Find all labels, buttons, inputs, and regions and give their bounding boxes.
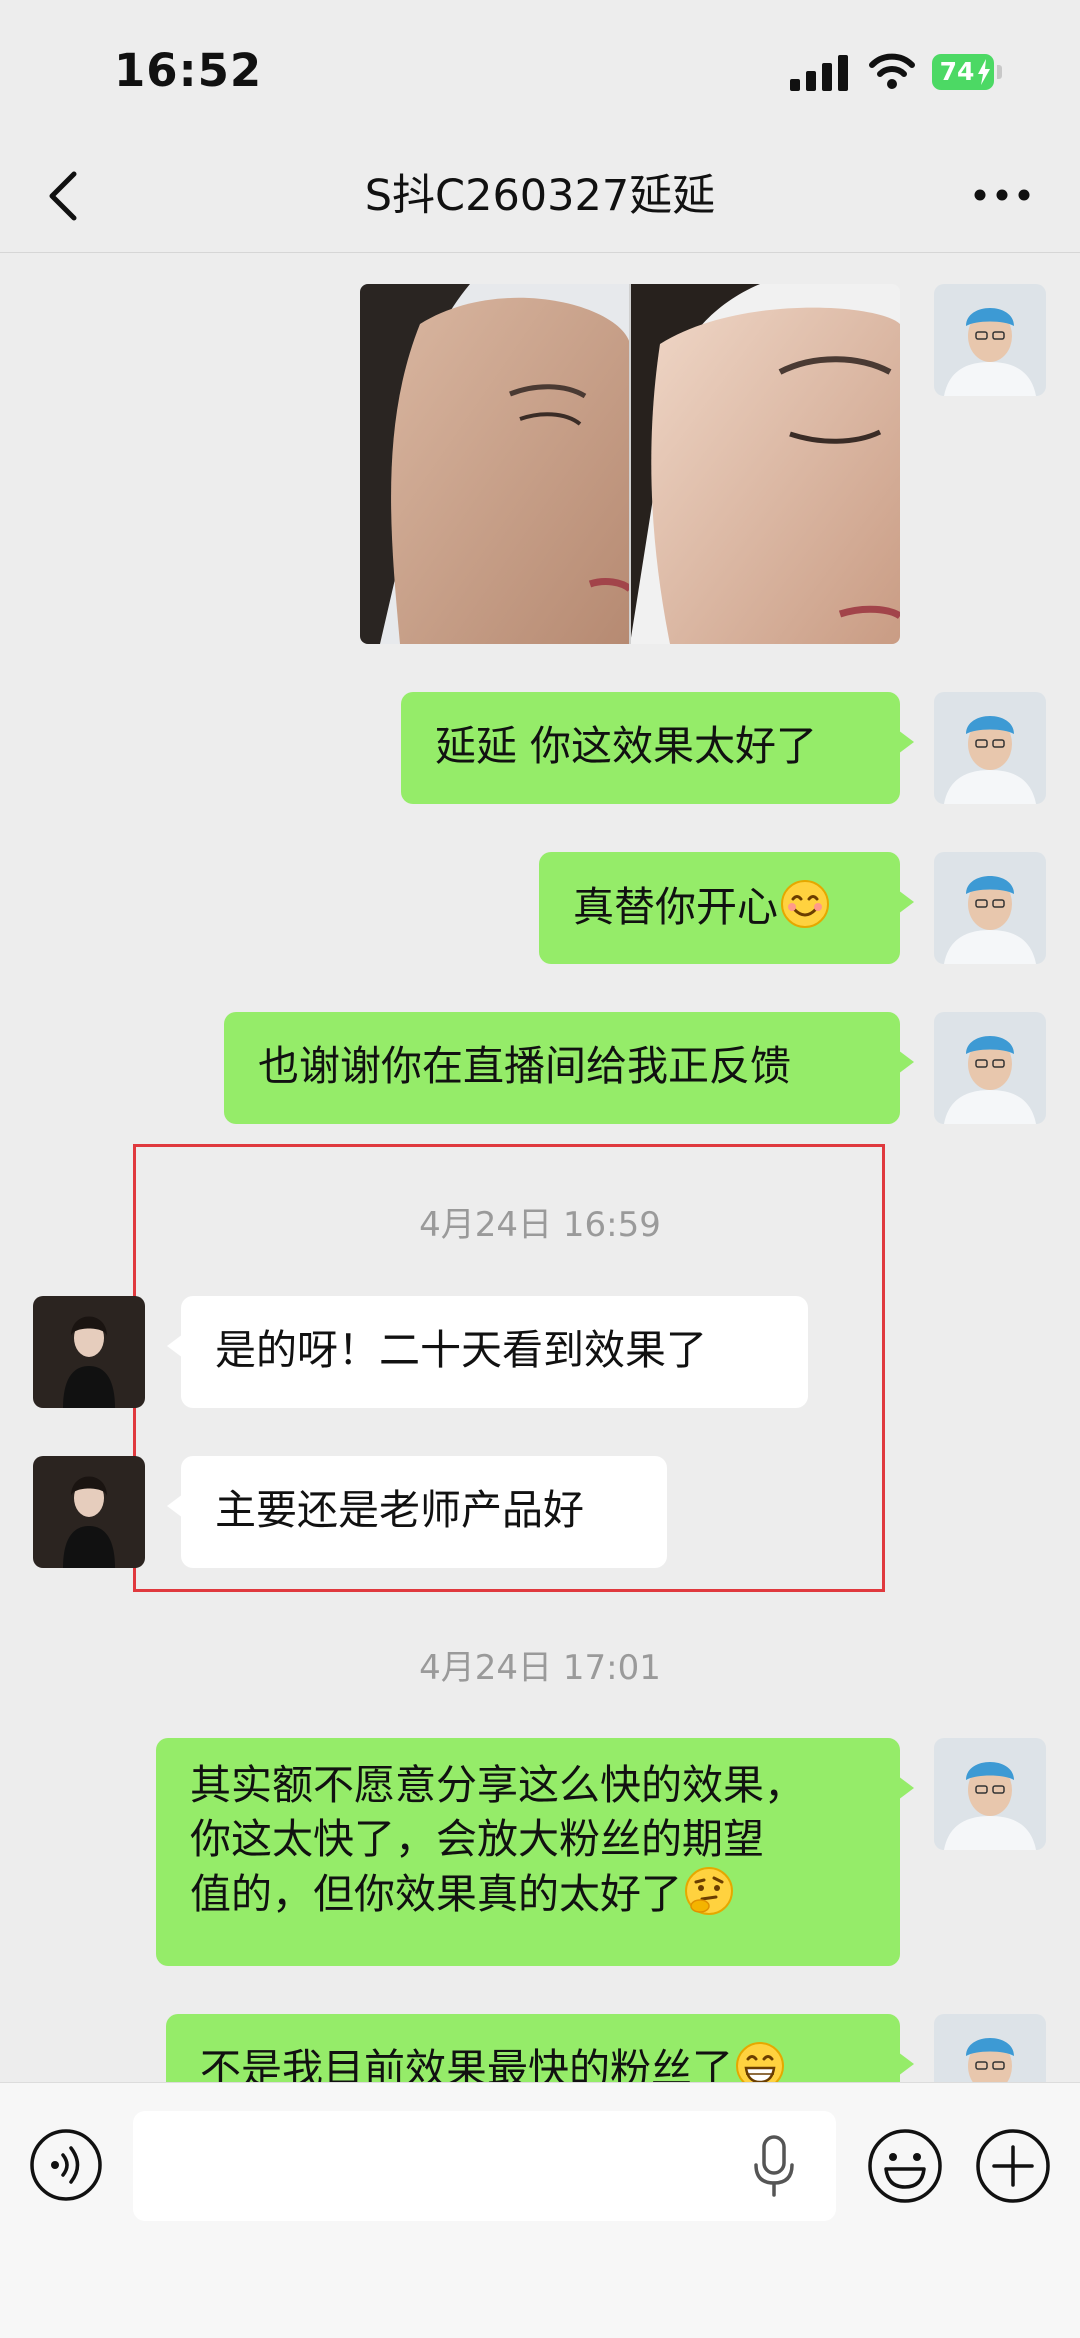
customer-avatar[interactable] bbox=[33, 1456, 145, 1568]
status-time: 16:52 bbox=[114, 44, 263, 97]
back-button[interactable] bbox=[38, 168, 88, 224]
received-bubble[interactable]: 主要还是老师产品好 bbox=[167, 1456, 667, 1568]
chat-title: S抖C260327延延 bbox=[364, 171, 716, 221]
message-input[interactable] bbox=[133, 2111, 836, 2221]
voice-input-toggle-icon[interactable] bbox=[28, 2127, 104, 2203]
emoji-picker-icon[interactable] bbox=[866, 2127, 944, 2205]
sent-bubble[interactable]: 真替你开心 bbox=[539, 852, 914, 964]
input-toolbar bbox=[0, 2082, 1080, 2338]
sent-bubble[interactable]: 也谢谢你在直播间给我正反馈 bbox=[224, 1012, 914, 1124]
grinning-face-emoji-icon bbox=[736, 2042, 784, 2082]
message-list[interactable]: 延延 你这效果太好了 真替你开心 也谢谢你在直播间给我正反馈 4月24日 16:… bbox=[0, 252, 1080, 2082]
message-timestamp: 4月24日 17:01 bbox=[419, 1648, 661, 1688]
message-timestamp: 4月24日 16:59 bbox=[419, 1205, 661, 1245]
microphone-icon[interactable] bbox=[752, 2135, 796, 2197]
message-text: 真替你开心 bbox=[573, 883, 778, 931]
doctor-avatar[interactable] bbox=[934, 852, 1046, 964]
doctor-avatar[interactable] bbox=[934, 692, 1046, 804]
charging-bolt-icon bbox=[978, 59, 990, 85]
doctor-avatar[interactable] bbox=[934, 1012, 1046, 1124]
message-line: 你这太快了，会放大粉丝的期望 bbox=[190, 1815, 764, 1863]
thinking-face-emoji-icon bbox=[685, 1867, 733, 1915]
more-options-button[interactable] bbox=[972, 180, 1032, 210]
message-text: 值的，但你效果真的太好了 bbox=[190, 1870, 682, 1918]
status-bar: 16:52 74 bbox=[0, 0, 1080, 140]
battery-indicator: 74 bbox=[932, 54, 1004, 90]
doctor-avatar[interactable] bbox=[934, 284, 1046, 396]
before-after-face-photo[interactable] bbox=[360, 284, 900, 644]
sent-bubble[interactable]: 其实额不愿意分享这么快的效果， 你这太快了，会放大粉丝的期望 值的，但你效果真的… bbox=[156, 1738, 914, 1966]
wifi-icon bbox=[869, 53, 915, 89]
received-bubble[interactable]: 是的呀！二十天看到效果了 bbox=[167, 1296, 808, 1408]
message-line: 其实额不愿意分享这么快的效果， bbox=[190, 1761, 805, 1809]
doctor-avatar[interactable] bbox=[934, 2014, 1046, 2082]
plus-more-icon[interactable] bbox=[974, 2127, 1052, 2205]
cellular-signal-icon bbox=[790, 55, 848, 91]
doctor-avatar[interactable] bbox=[934, 1738, 1046, 1850]
battery-percent: 74 bbox=[939, 57, 975, 86]
chat-header: S抖C260327延延 bbox=[0, 140, 1080, 253]
sent-bubble[interactable]: 不是我目前效果最快的粉丝了 bbox=[166, 2014, 914, 2082]
smiling-face-emoji-icon bbox=[781, 880, 829, 928]
sent-bubble[interactable]: 延延 你这效果太好了 bbox=[401, 692, 914, 804]
message-text: 不是我目前效果最快的粉丝了 bbox=[200, 2045, 733, 2082]
customer-avatar[interactable] bbox=[33, 1296, 145, 1408]
message-line: 值的，但你效果真的太好了 bbox=[190, 1866, 866, 1921]
